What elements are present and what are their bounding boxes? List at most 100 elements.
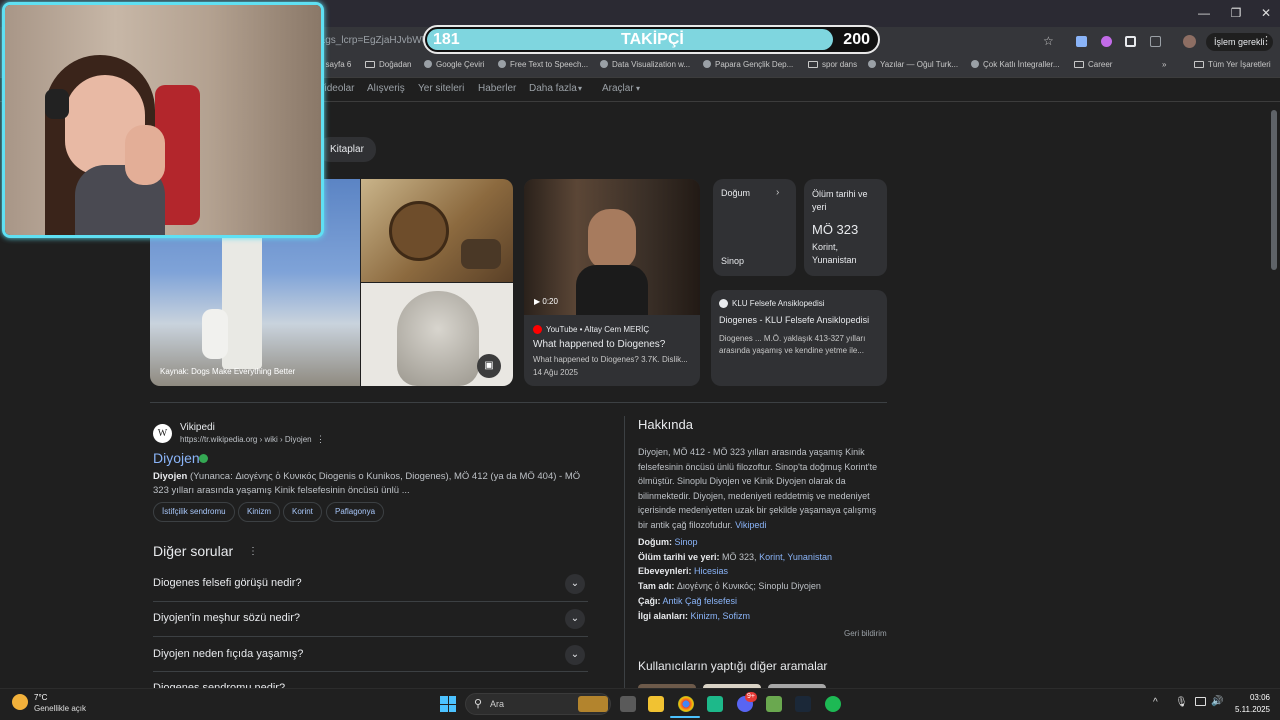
fact-key: Ölüm tarihi ve yeri:: [638, 552, 720, 562]
file-explorer-icon[interactable]: [648, 696, 664, 712]
fact-row: Tam adı: Διογένης ὁ Κυνικός; Sinoplu Diy…: [638, 581, 821, 591]
folder-icon: [808, 61, 818, 68]
site-icon: [703, 60, 711, 68]
display-icon[interactable]: [1195, 697, 1206, 706]
result-site-name[interactable]: Vikipedi: [180, 422, 215, 433]
video-source: YouTube • Altay Cem MERİÇ: [546, 325, 650, 334]
fact-link[interactable]: Hicesias: [694, 566, 728, 576]
bookmark-item[interactable]: Data Visualization w...: [600, 60, 690, 69]
bookmark-item[interactable]: Career: [1074, 60, 1112, 69]
taskbar-search-input[interactable]: ⚲ Ara: [465, 693, 611, 715]
pill-corinth[interactable]: Korint: [283, 502, 322, 522]
klu-snippet: Diogenes ... M.Ö. yaklaşık 413-327 yılla…: [719, 334, 866, 355]
bust-head: [397, 291, 479, 386]
snippet-text: (Yunanca: Διογένης ὁ Κυνικός Diogenis o …: [153, 471, 581, 496]
fact-link[interactable]: Sinop: [675, 537, 698, 547]
more-options-icon[interactable]: ⋮: [316, 434, 325, 445]
death-label: Ölüm tarihi ve yeri: [812, 189, 868, 212]
image-gallery-icon[interactable]: ▣: [477, 354, 501, 378]
extension-icon[interactable]: [1101, 36, 1112, 47]
tab-more[interactable]: Daha fazla: [529, 83, 577, 94]
chevron-down-icon[interactable]: ⌄: [565, 574, 585, 594]
chrome-icon[interactable]: [678, 696, 694, 712]
tray-expand-icon[interactable]: ^: [1153, 697, 1158, 708]
chevron-down-icon[interactable]: ⌄: [565, 645, 585, 665]
fact-link[interactable]: Kinizm, Sofizm: [691, 611, 751, 621]
birth-card[interactable]: Doğum › Sinop: [713, 179, 796, 276]
pill-cynicism[interactable]: Kinizm: [238, 502, 281, 522]
weather-desc[interactable]: Genellikle açık: [34, 704, 86, 713]
video-card[interactable]: ▶ 0:20 YouTube • Altay Cem MERİÇ What ha…: [524, 179, 700, 386]
whatsapp-icon[interactable]: [707, 696, 723, 712]
description-text: Diyojen, MÖ 412 - MÖ 323 yılları arasınd…: [638, 447, 878, 530]
close-icon[interactable]: ✕: [1250, 0, 1280, 27]
clock-date[interactable]: 5.11.2025: [1222, 705, 1270, 714]
headphone-shape: [45, 89, 69, 119]
klu-title[interactable]: Diogenes - KLU Felsefe Ansiklopedisi: [719, 315, 869, 325]
birth-value: Sinop: [721, 256, 745, 266]
fact-row: İlgi alanları: Kinizm, Sofizm: [638, 611, 750, 621]
diogenes-painting[interactable]: [361, 179, 513, 282]
clock-time[interactable]: 03:06: [1240, 693, 1270, 702]
site-icon: [971, 60, 979, 68]
bookmark-item[interactable]: Çok Katlı İntegraller...: [971, 60, 1059, 69]
question-item[interactable]: Diogenes felsefi görüşü nedir?: [153, 577, 302, 589]
fact-row: Ölüm tarihi ve yeri: MÖ 323, Korint, Yun…: [638, 552, 832, 562]
video-title[interactable]: What happened to Diogenes?: [533, 339, 665, 350]
bookmark-item[interactable]: Free Text to Speech...: [498, 60, 588, 69]
steam-icon[interactable]: [795, 696, 811, 712]
fact-link[interactable]: Antik Çağ felsefesi: [663, 596, 738, 606]
windows-start-icon[interactable]: [440, 696, 456, 712]
bookmark-star-icon[interactable]: ☆: [1043, 34, 1054, 48]
maximize-icon[interactable]: ❐: [1220, 0, 1252, 27]
more-options-icon[interactable]: ⋮: [248, 546, 258, 557]
result-url[interactable]: https://tr.wikipedia.org › wiki › Diyoje…: [180, 435, 312, 444]
task-view-icon[interactable]: [620, 696, 636, 712]
page-scrollbar[interactable]: [1271, 110, 1277, 270]
divider: [150, 402, 887, 403]
filter-chip-books[interactable]: Kitaplar: [318, 137, 376, 162]
tab-tools[interactable]: Araçlar: [602, 83, 634, 94]
bookmark-item[interactable]: Doğadan: [365, 60, 411, 69]
microphone-icon[interactable]: 🎙: [1175, 697, 1188, 708]
chevron-down-icon[interactable]: ⌄: [565, 609, 585, 629]
chevron-down-icon: ▾: [578, 84, 583, 93]
spotify-icon[interactable]: [825, 696, 841, 712]
tab-shopping[interactable]: Alışveriş: [367, 83, 405, 94]
minimize-icon[interactable]: —: [1188, 0, 1220, 27]
feedback-link[interactable]: Geri bildirim: [844, 629, 887, 638]
app-icon[interactable]: [766, 696, 782, 712]
question-item[interactable]: Diyojen'in meşhur sözü nedir?: [153, 612, 300, 624]
extensions-puzzle-icon[interactable]: [1150, 36, 1161, 47]
url-text[interactable]: e&gs_lcrp=EgZjaHJvbWU: [313, 35, 429, 46]
result-snippet: Diyojen (Yunanca: Διογένης ὁ Κυνικός Dio…: [153, 470, 583, 498]
panel-divider: [624, 416, 625, 688]
bookmark-item[interactable]: Papara Gençlik Dep...: [703, 60, 793, 69]
klu-card[interactable]: KLU Felsefe Ansiklopedisi Diogenes - KLU…: [711, 290, 887, 386]
folder-icon: [1194, 61, 1204, 68]
fact-link[interactable]: Korint, Yunanistan: [759, 552, 832, 562]
bookmarks-overflow-icon[interactable]: »: [1162, 60, 1166, 69]
bookmark-item[interactable]: Google Çeviri: [424, 60, 484, 69]
weather-temp[interactable]: 7°C: [34, 693, 47, 702]
bust-image[interactable]: ▣: [361, 283, 513, 386]
tab-news[interactable]: Haberler: [478, 83, 516, 94]
death-card[interactable]: Ölüm tarihi ve yeri MÖ 323 Korint, Yunan…: [804, 179, 887, 276]
bookmark-item[interactable]: Yazılar — Oğul Turk...: [868, 60, 958, 69]
more-menu-icon[interactable]: ⋮: [1261, 34, 1272, 47]
bookmark-item[interactable]: spor dans: [808, 60, 857, 69]
dogs-shape: [461, 239, 501, 269]
description-link[interactable]: Vikipedi: [735, 520, 766, 530]
extension-icon[interactable]: [1125, 36, 1136, 47]
weather-icon[interactable]: [12, 694, 28, 710]
fact-row: Çağı: Antik Çağ felsefesi: [638, 596, 737, 606]
result-title[interactable]: Diyojen: [153, 450, 200, 466]
tab-places[interactable]: Yer siteleri: [418, 83, 464, 94]
video-date: 14 Ağu 2025: [533, 368, 578, 377]
question-item[interactable]: Diyojen neden fıçıda yaşamış?: [153, 648, 303, 660]
pill-paphlagonia[interactable]: Paflagonya: [326, 502, 385, 522]
pill-hoarding[interactable]: İstifçilik sendromu: [153, 502, 235, 522]
translate-icon[interactable]: [1076, 36, 1087, 47]
all-bookmarks-link[interactable]: Tüm Yer İşaretleri: [1194, 60, 1271, 69]
avatar[interactable]: [1183, 35, 1196, 48]
